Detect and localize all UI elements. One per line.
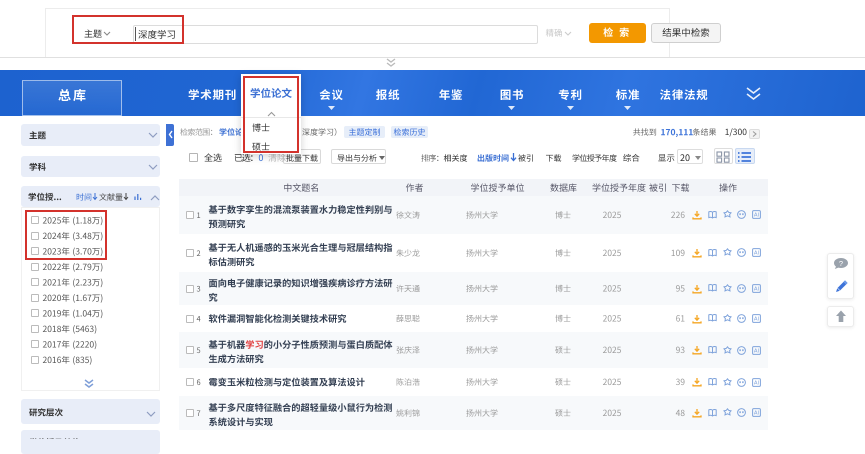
svg-text:AI: AI [754,381,760,387]
svg-text:AI: AI [754,213,760,219]
svg-text:?: ? [839,259,843,268]
svg-text:AI: AI [754,349,760,355]
svg-text:AI: AI [754,317,760,323]
svg-text:AI: AI [754,287,760,293]
svg-text:AI: AI [754,251,760,257]
svg-text:AI: AI [754,411,760,417]
